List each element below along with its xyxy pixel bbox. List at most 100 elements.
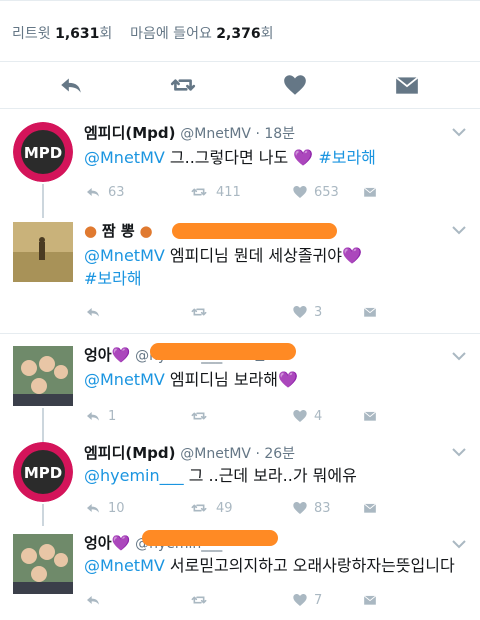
tweet-1[interactable]: MPD 엠피디(Mpd) @MnetMV · 18분 @MnetMV 그..그렇… (0, 110, 480, 212)
avatar[interactable]: MPD (13, 122, 73, 182)
retweet-icon[interactable] (170, 72, 196, 98)
food-emoji: ● (84, 222, 98, 240)
tweet-text-body: 그 ..근데 보라..가 뭐에유 (183, 466, 357, 485)
handle-time[interactable]: @MnetMV · 18분 (180, 126, 295, 142)
mention-link[interactable]: @MnetMV (84, 556, 165, 575)
hashtag-link[interactable]: #보라해 (318, 148, 376, 167)
reply-button[interactable]: 1 (84, 406, 116, 426)
tweet-header: 엠피디(Mpd) @MnetMV · 18분 (84, 122, 295, 143)
chevron-down-icon[interactable] (452, 351, 466, 361)
dm-button[interactable] (362, 406, 378, 426)
display-name[interactable]: 엠피디(Mpd) (84, 444, 176, 462)
tweet-text-body: 그..그렇다면 나도 (164, 148, 294, 167)
reply-button[interactable] (84, 302, 108, 322)
mention-link[interactable]: @MnetMV (84, 148, 165, 167)
tweet-header: ● 짬 뽕 ● (84, 220, 153, 241)
tweet-text: @MnetMV 서로믿고의지하고 오래사랑하자는뜻입니다 (84, 554, 474, 577)
like-count: 83 (314, 500, 331, 516)
like-button[interactable]: 3 (292, 302, 322, 322)
like-button[interactable]: 7 (292, 590, 322, 610)
tweet-actions: 1 4 (84, 406, 384, 426)
like-button[interactable]: 653 (292, 182, 339, 202)
display-name[interactable]: 엉아 (84, 534, 112, 552)
purple-heart-emoji: 💜 (293, 148, 314, 167)
food-emoji: ● (139, 222, 153, 240)
like-count: 653 (314, 184, 339, 200)
redaction-mark (172, 223, 337, 239)
dm-button[interactable] (362, 590, 378, 610)
display-name[interactable]: 엠피디(Mpd) (84, 124, 176, 142)
mention-link[interactable]: @hyemin___ (84, 466, 184, 485)
reply-button[interactable]: 10 (84, 498, 125, 518)
tweet-header: 엠피디(Mpd) @MnetMV · 26분 (84, 442, 295, 463)
tweet-3[interactable]: 엉아💜 @hyemin___ · 39분 @MnetMV 엠피디님 보라해💜 1… (0, 334, 480, 436)
reply-button[interactable]: 63 (84, 182, 125, 202)
retweet-button[interactable]: 411 (188, 182, 241, 202)
tweet-actions: 63 411 653 (84, 182, 384, 202)
tweet-5[interactable]: 엉아💜 @hyemin___ @MnetMV 서로믿고의지하고 오래사랑하자는뜻… (0, 524, 480, 620)
chevron-down-icon[interactable] (452, 127, 466, 137)
reply-icon[interactable] (58, 72, 84, 98)
retweet-count: 49 (216, 500, 233, 516)
tweet-text-body: 서로믿고의지하고 오래사랑하자는뜻입니다 (164, 556, 455, 575)
thread-line (42, 432, 44, 442)
thread-line (42, 208, 44, 218)
like-count: 4 (314, 408, 323, 424)
reply-button[interactable] (84, 590, 108, 610)
mention-link[interactable]: @MnetMV (84, 370, 165, 389)
avatar[interactable] (13, 222, 73, 282)
tweet-text: @MnetMV 엠피디님 뭔데 세상졸귀야💜 #보라해 (84, 244, 474, 290)
chevron-down-icon[interactable] (452, 539, 466, 549)
reply-count: 1 (108, 408, 117, 424)
display-name[interactable]: 엉아 (84, 346, 112, 364)
svg-text:MPD: MPD (24, 464, 62, 482)
likes-count[interactable]: 2,376 (216, 26, 260, 42)
purple-heart-emoji: 💜 (111, 534, 131, 552)
tweet-action-bar (0, 62, 480, 109)
retweet-button[interactable] (188, 302, 216, 322)
tweet-text-body: 엠피디님 뭔데 세상졸귀야 (164, 246, 342, 265)
hashtag-link[interactable]: #보라해 (84, 269, 142, 288)
display-name[interactable]: 짬 뽕 (102, 222, 135, 240)
stats-row: 리트윗 1,631회 마음에 들어요 2,376회 (12, 23, 273, 43)
thread-line (42, 504, 44, 526)
retweet-button[interactable]: 49 (188, 498, 233, 518)
avatar[interactable]: MPD (13, 442, 73, 502)
tweet-actions: 3 (84, 302, 384, 322)
reply-count: 10 (108, 500, 125, 516)
dm-button[interactable] (362, 302, 378, 322)
likes-label: 마음에 들어요 (130, 26, 212, 42)
like-count: 7 (314, 592, 323, 608)
like-button[interactable]: 83 (292, 498, 331, 518)
tweet-text-body: 엠피디님 보라해 (164, 370, 279, 389)
tweet-actions: 7 (84, 590, 384, 610)
chevron-down-icon[interactable] (452, 225, 466, 235)
likes-unit: 회 (260, 26, 274, 42)
purple-heart-emoji: 💜 (278, 370, 298, 389)
retweets-unit: 회 (99, 26, 113, 42)
tweet-2[interactable]: ● 짬 뽕 ● @MnetMV 엠피디님 뭔데 세상졸귀야💜 #보라해 3 (0, 208, 480, 334)
dm-button[interactable] (362, 182, 378, 202)
heart-icon[interactable] (282, 72, 308, 98)
redaction-mark (142, 530, 278, 546)
tweet-text: @MnetMV 그..그렇다면 나도 💜 #보라해 (84, 146, 474, 169)
avatar[interactable] (13, 534, 73, 594)
redaction-mark (150, 343, 296, 360)
tweet-actions: 10 49 83 (84, 498, 384, 518)
tweet-stats: 리트윗 1,631회 마음에 들어요 2,376회 (0, 0, 480, 62)
retweet-count: 411 (216, 184, 241, 200)
envelope-icon[interactable] (394, 72, 420, 98)
dm-button[interactable] (362, 498, 378, 518)
like-count: 3 (314, 304, 323, 320)
tweet-4[interactable]: MPD 엠피디(Mpd) @MnetMV · 26분 @hyemin___ 그 … (0, 432, 480, 526)
retweets-count[interactable]: 1,631 (55, 26, 99, 42)
retweet-button[interactable] (188, 590, 216, 610)
retweet-button[interactable] (188, 406, 216, 426)
chevron-down-icon[interactable] (452, 447, 466, 457)
svg-text:MPD: MPD (24, 144, 62, 162)
mention-link[interactable]: @MnetMV (84, 246, 165, 265)
handle-time[interactable]: @MnetMV · 26분 (180, 446, 295, 462)
like-button[interactable]: 4 (292, 406, 322, 426)
purple-heart-emoji: 💜 (342, 246, 362, 265)
avatar[interactable] (13, 346, 73, 406)
